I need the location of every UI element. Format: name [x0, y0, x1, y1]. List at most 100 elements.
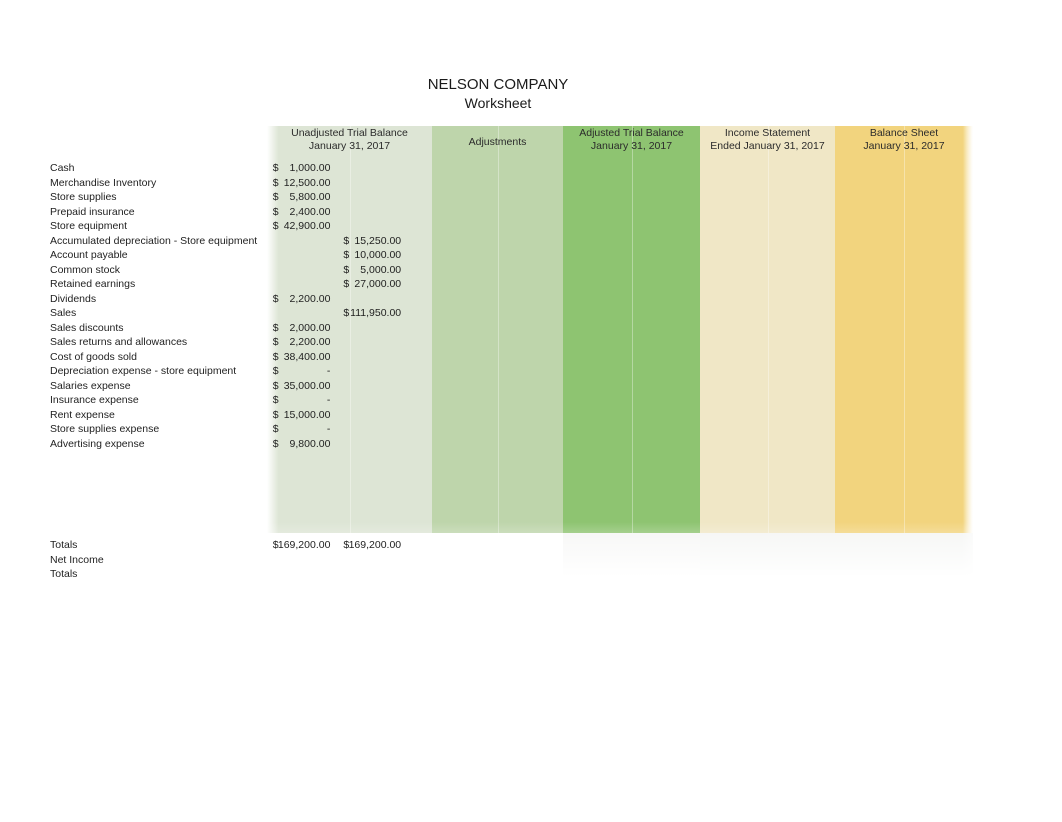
utb-debit-cell[interactable]: $2,200.00 — [268, 292, 339, 307]
utb-debit-cell[interactable] — [268, 248, 339, 263]
bal-credit-cell[interactable] — [904, 495, 975, 510]
account-name-cell[interactable]: Store supplies expense — [50, 422, 268, 437]
inc-debit-cell[interactable] — [692, 451, 763, 466]
bal-debit-cell[interactable] — [833, 567, 904, 582]
atb-credit-cell[interactable] — [621, 248, 692, 263]
atb-credit-cell[interactable] — [621, 205, 692, 220]
utb-debit-cell[interactable] — [268, 466, 339, 481]
inc-credit-cell[interactable] — [763, 161, 834, 176]
inc-debit-cell[interactable] — [692, 466, 763, 481]
bal-debit-cell[interactable] — [833, 466, 904, 481]
account-name-cell[interactable]: Net Income — [50, 553, 268, 568]
account-name-cell[interactable] — [50, 495, 268, 510]
utb-debit-cell[interactable] — [268, 277, 339, 292]
bal-credit-cell[interactable] — [904, 277, 975, 292]
utb-credit-cell[interactable] — [338, 509, 409, 524]
inc-debit-cell[interactable] — [692, 292, 763, 307]
inc-debit-cell[interactable] — [692, 379, 763, 394]
inc-debit-cell[interactable] — [692, 509, 763, 524]
account-name-cell[interactable]: Merchandise Inventory — [50, 176, 268, 191]
utb-debit-cell[interactable]: $ - — [268, 393, 339, 408]
account-name-cell[interactable]: Depreciation expense - store equipment — [50, 364, 268, 379]
inc-credit-cell[interactable] — [763, 567, 834, 582]
adj-debit-cell[interactable] — [409, 379, 480, 394]
atb-credit-cell[interactable] — [621, 292, 692, 307]
atb-credit-cell[interactable] — [621, 538, 692, 553]
atb-debit-cell[interactable] — [551, 176, 622, 191]
adj-debit-cell[interactable] — [409, 466, 480, 481]
bal-debit-cell[interactable] — [833, 176, 904, 191]
account-name-cell[interactable]: Store supplies — [50, 190, 268, 205]
inc-debit-cell[interactable] — [692, 524, 763, 539]
inc-debit-cell[interactable] — [692, 306, 763, 321]
utb-debit-cell[interactable] — [268, 306, 339, 321]
bal-credit-cell[interactable] — [904, 292, 975, 307]
adj-credit-cell[interactable] — [480, 161, 551, 176]
utb-debit-cell[interactable]: $9,800.00 — [268, 437, 339, 452]
bal-credit-cell[interactable] — [904, 350, 975, 365]
atb-debit-cell[interactable] — [551, 234, 622, 249]
utb-debit-cell[interactable]: $ - — [268, 364, 339, 379]
atb-debit-cell[interactable] — [551, 437, 622, 452]
atb-debit-cell[interactable] — [551, 263, 622, 278]
adj-debit-cell[interactable] — [409, 335, 480, 350]
adj-credit-cell[interactable] — [480, 205, 551, 220]
utb-credit-cell[interactable] — [338, 480, 409, 495]
atb-credit-cell[interactable] — [621, 176, 692, 191]
bal-credit-cell[interactable] — [904, 524, 975, 539]
adj-credit-cell[interactable] — [480, 495, 551, 510]
inc-debit-cell[interactable] — [692, 176, 763, 191]
atb-credit-cell[interactable] — [621, 379, 692, 394]
inc-debit-cell[interactable] — [692, 321, 763, 336]
inc-debit-cell[interactable] — [692, 263, 763, 278]
atb-credit-cell[interactable] — [621, 335, 692, 350]
account-name-cell[interactable]: Insurance expense — [50, 393, 268, 408]
atb-credit-cell[interactable] — [621, 190, 692, 205]
atb-credit-cell[interactable] — [621, 422, 692, 437]
utb-debit-cell[interactable]: $15,000.00 — [268, 408, 339, 423]
bal-debit-cell[interactable] — [833, 248, 904, 263]
account-name-cell[interactable]: Totals — [50, 538, 268, 553]
inc-credit-cell[interactable] — [763, 350, 834, 365]
atb-credit-cell[interactable] — [621, 437, 692, 452]
adj-debit-cell[interactable] — [409, 538, 480, 553]
adj-debit-cell[interactable] — [409, 524, 480, 539]
utb-credit-cell[interactable] — [338, 292, 409, 307]
inc-debit-cell[interactable] — [692, 422, 763, 437]
atb-credit-cell[interactable] — [621, 495, 692, 510]
account-name-cell[interactable]: Prepaid insurance — [50, 205, 268, 220]
bal-debit-cell[interactable] — [833, 205, 904, 220]
inc-credit-cell[interactable] — [763, 248, 834, 263]
account-name-cell[interactable]: Cost of goods sold — [50, 350, 268, 365]
inc-credit-cell[interactable] — [763, 437, 834, 452]
atb-debit-cell[interactable] — [551, 205, 622, 220]
bal-debit-cell[interactable] — [833, 393, 904, 408]
adj-debit-cell[interactable] — [409, 176, 480, 191]
inc-credit-cell[interactable] — [763, 379, 834, 394]
inc-debit-cell[interactable] — [692, 277, 763, 292]
bal-debit-cell[interactable] — [833, 350, 904, 365]
atb-credit-cell[interactable] — [621, 509, 692, 524]
atb-credit-cell[interactable] — [621, 393, 692, 408]
inc-credit-cell[interactable] — [763, 422, 834, 437]
inc-debit-cell[interactable] — [692, 480, 763, 495]
bal-credit-cell[interactable] — [904, 553, 975, 568]
bal-debit-cell[interactable] — [833, 422, 904, 437]
atb-debit-cell[interactable] — [551, 321, 622, 336]
bal-debit-cell[interactable] — [833, 451, 904, 466]
atb-debit-cell[interactable] — [551, 451, 622, 466]
inc-credit-cell[interactable] — [763, 480, 834, 495]
atb-debit-cell[interactable] — [551, 248, 622, 263]
bal-debit-cell[interactable] — [833, 335, 904, 350]
adj-credit-cell[interactable] — [480, 176, 551, 191]
atb-debit-cell[interactable] — [551, 524, 622, 539]
bal-debit-cell[interactable] — [833, 292, 904, 307]
adj-debit-cell[interactable] — [409, 190, 480, 205]
utb-credit-cell[interactable] — [338, 466, 409, 481]
bal-credit-cell[interactable] — [904, 234, 975, 249]
inc-credit-cell[interactable] — [763, 190, 834, 205]
atb-debit-cell[interactable] — [551, 364, 622, 379]
adj-debit-cell[interactable] — [409, 234, 480, 249]
utb-debit-cell[interactable]: $2,200.00 — [268, 335, 339, 350]
utb-debit-cell[interactable] — [268, 567, 339, 582]
